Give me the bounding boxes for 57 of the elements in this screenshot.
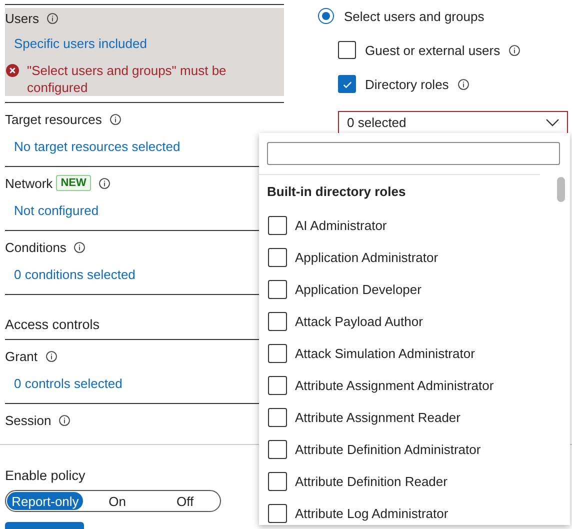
section-heading: Access controls	[5, 316, 100, 334]
checkbox-label: Directory roles	[365, 76, 449, 92]
role-label[interactable]: Attack Simulation Administrator	[295, 346, 475, 360]
section-link[interactable]: 0 conditions selected	[14, 267, 136, 282]
checkbox[interactable]	[268, 216, 287, 234]
info-icon[interactable]	[99, 178, 110, 188]
info-icon[interactable]	[74, 242, 86, 252]
checkbox[interactable]	[268, 440, 287, 458]
error-message: "Select users and groups" must be configured	[27, 62, 228, 96]
checkbox[interactable]	[268, 376, 287, 394]
checkbox[interactable]	[338, 75, 356, 93]
info-icon[interactable]	[46, 350, 57, 362]
toggle-option[interactable]: Report-only	[7, 492, 84, 510]
group-heading: Built-in directory roles	[267, 184, 406, 200]
checkbox[interactable]	[338, 41, 356, 59]
checkbox[interactable]	[268, 312, 287, 330]
toggle-option[interactable]: On	[83, 492, 152, 510]
role-label[interactable]: Attack Payload Author	[295, 314, 423, 328]
role-label[interactable]: Attribute Log Administrator	[295, 506, 448, 520]
role-label[interactable]: Attribute Assignment Administrator	[295, 378, 494, 392]
field-label: Enable policy	[5, 467, 86, 485]
role-label[interactable]: Application Developer	[295, 282, 422, 296]
section-link[interactable]: Specific users included	[14, 36, 147, 51]
section-title: Users	[5, 10, 39, 26]
chevron-down-icon	[546, 118, 559, 126]
role-label[interactable]: Application Administrator	[295, 250, 438, 264]
section-title: Target resources	[5, 112, 102, 126]
checkbox-label: Guest or external users	[365, 42, 500, 58]
toggle-option[interactable]: Off	[151, 492, 219, 510]
checkbox[interactable]	[268, 248, 287, 266]
info-icon[interactable]	[509, 44, 520, 56]
role-label[interactable]: AI Administrator	[295, 218, 387, 232]
info-icon[interactable]	[458, 78, 469, 90]
radio-label: Select users and groups	[344, 8, 484, 24]
checkbox[interactable]	[268, 504, 287, 522]
section-title: Network	[5, 176, 53, 190]
info-icon[interactable]	[46, 12, 58, 24]
section-link[interactable]: Not configured	[14, 203, 99, 218]
checkbox[interactable]	[268, 472, 287, 490]
checkbox[interactable]	[268, 280, 287, 298]
section-title: Session	[5, 412, 52, 428]
checkbox[interactable]	[268, 408, 287, 426]
role-label[interactable]: Attribute Definition Administrator	[295, 442, 481, 456]
checkbox[interactable]	[268, 344, 287, 362]
info-icon[interactable]	[59, 414, 70, 426]
new-badge: NEW	[56, 175, 92, 191]
section-title: Grant	[5, 348, 38, 364]
info-icon[interactable]	[110, 114, 121, 124]
section-link[interactable]: No target resources selected	[14, 139, 180, 154]
role-label[interactable]: Attribute Definition Reader	[295, 474, 448, 488]
section-link[interactable]: 0 controls selected	[14, 376, 122, 391]
search-field[interactable]	[267, 142, 560, 165]
section-title: Conditions	[5, 240, 66, 254]
role-label[interactable]: Attribute Assignment Reader	[295, 410, 460, 424]
scrollbar-thumb[interactable]	[557, 177, 565, 202]
error-icon	[6, 64, 19, 77]
radio-button[interactable]	[318, 8, 334, 24]
